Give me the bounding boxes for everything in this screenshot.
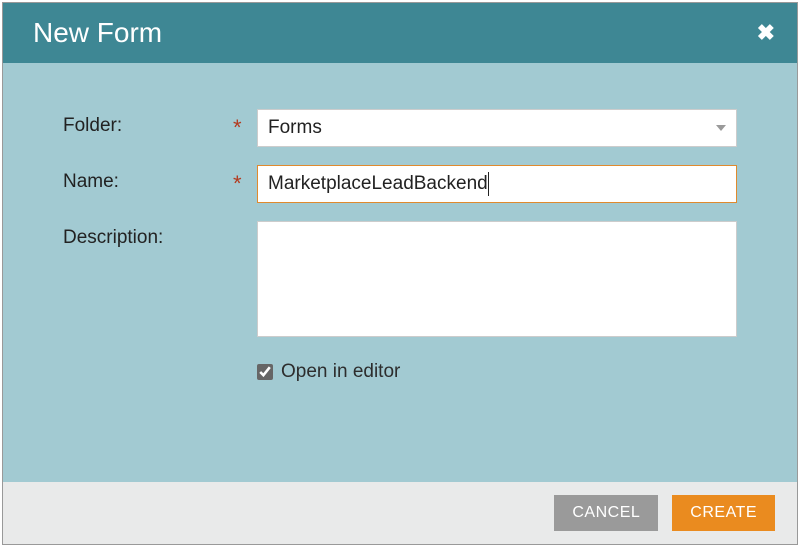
dialog-footer: CANCEL CREATE (3, 482, 797, 544)
required-marker: * (233, 165, 257, 197)
folder-label: Folder: (63, 109, 233, 137)
dialog-titlebar: New Form ✖ (3, 3, 797, 63)
create-button[interactable]: CREATE (672, 495, 775, 531)
dialog-title: New Form (33, 17, 162, 49)
close-icon[interactable]: ✖ (757, 22, 775, 44)
text-cursor (488, 172, 489, 196)
description-row: Description: (63, 221, 737, 343)
description-textarea[interactable] (257, 221, 737, 337)
folder-select-value: Forms (268, 117, 322, 139)
folder-row: Folder: * Forms (63, 109, 737, 147)
cancel-button[interactable]: CANCEL (554, 495, 658, 531)
new-form-dialog: New Form ✖ Folder: * Forms Name: * Marke… (2, 2, 798, 545)
required-marker: * (233, 109, 257, 141)
name-input-value: MarketplaceLeadBackend (268, 173, 488, 195)
dialog-body: Folder: * Forms Name: * MarketplaceLeadB… (3, 63, 797, 482)
open-in-editor-label: Open in editor (281, 361, 400, 383)
description-label: Description: (63, 221, 233, 249)
folder-select[interactable]: Forms (257, 109, 737, 147)
chevron-down-icon (716, 125, 726, 131)
open-in-editor-checkbox[interactable] (257, 364, 273, 380)
name-label: Name: (63, 165, 233, 193)
name-input[interactable]: MarketplaceLeadBackend (257, 165, 737, 203)
name-row: Name: * MarketplaceLeadBackend (63, 165, 737, 203)
open-in-editor-row: Open in editor (257, 361, 737, 383)
